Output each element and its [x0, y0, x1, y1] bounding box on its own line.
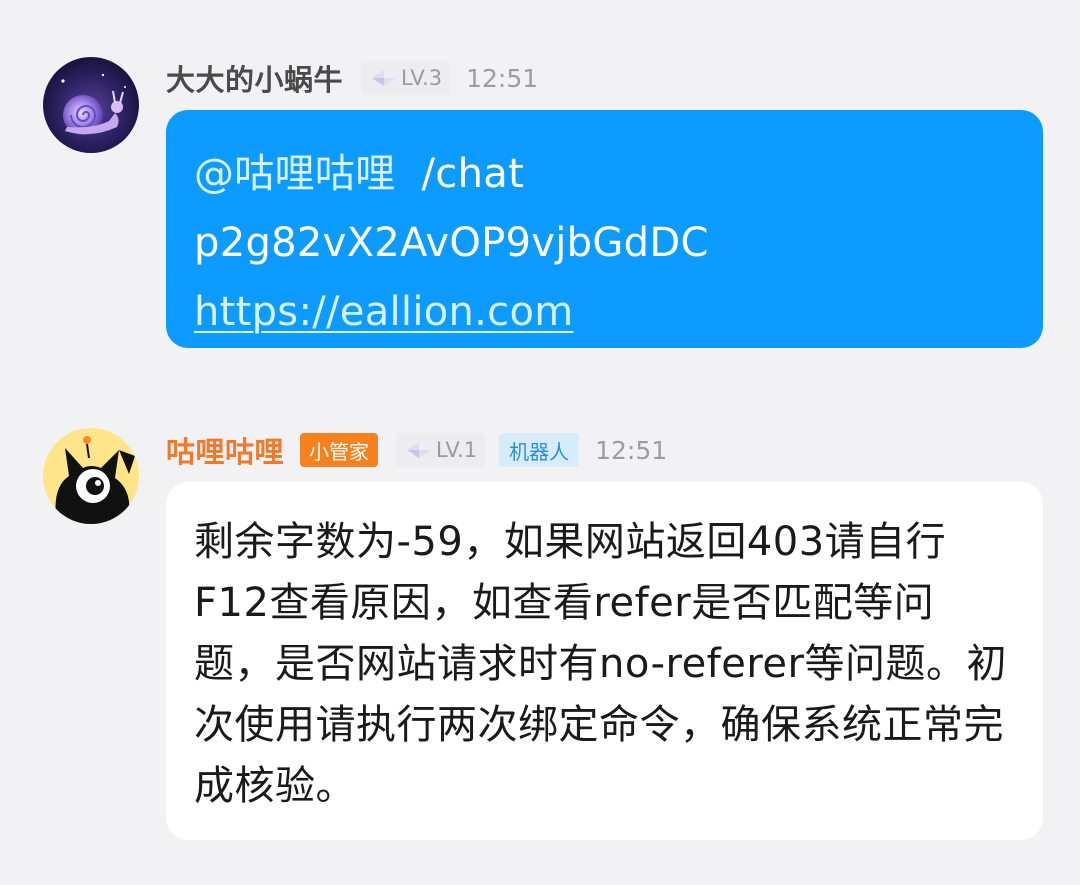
- message-link[interactable]: https://eallion.com: [194, 289, 574, 335]
- message-bubble[interactable]: @咕哩咕哩 /chat p2g82vX2AvOP9vjbGdDC https:/…: [166, 110, 1043, 348]
- sender-name[interactable]: 咕哩咕哩: [166, 429, 284, 471]
- command-text: /chat: [421, 151, 525, 197]
- message-header: 大大的小蜗牛 LV.3 12:51: [166, 58, 538, 98]
- message-bubble[interactable]: 剩余字数为-59，如果网站返回403请自行F12查看原因，如查看refer是否匹…: [166, 482, 1043, 840]
- black-cat-avatar-icon: [43, 428, 139, 524]
- mention[interactable]: @咕哩咕哩: [194, 151, 396, 197]
- message-time: 12:51: [595, 435, 668, 465]
- level-badge: LV.3: [361, 61, 451, 95]
- snail-avatar-icon: [43, 57, 139, 153]
- role-badge: 小管家: [300, 433, 379, 467]
- level-label: LV.3: [401, 66, 443, 90]
- level-badge: LV.1: [396, 433, 486, 467]
- message-time: 12:51: [466, 63, 539, 93]
- sender-name[interactable]: 大大的小蜗牛: [166, 57, 343, 99]
- user-avatar[interactable]: [43, 57, 139, 153]
- diamond-level-icon: [372, 70, 397, 86]
- command-line: @咕哩咕哩 /chat: [194, 140, 1015, 209]
- bot-avatar[interactable]: [43, 428, 139, 524]
- message-header: 咕哩咕哩 小管家 LV.1 机器人 12:51: [166, 430, 667, 470]
- token-text: p2g82vX2AvOP9vjbGdDC: [194, 220, 709, 266]
- bot-badge: 机器人: [499, 433, 580, 467]
- message-text: 剩余字数为-59，如果网站返回403请自行F12查看原因，如查看refer是否匹…: [194, 519, 1007, 809]
- level-label: LV.1: [436, 438, 478, 462]
- diamond-level-icon: [407, 442, 432, 458]
